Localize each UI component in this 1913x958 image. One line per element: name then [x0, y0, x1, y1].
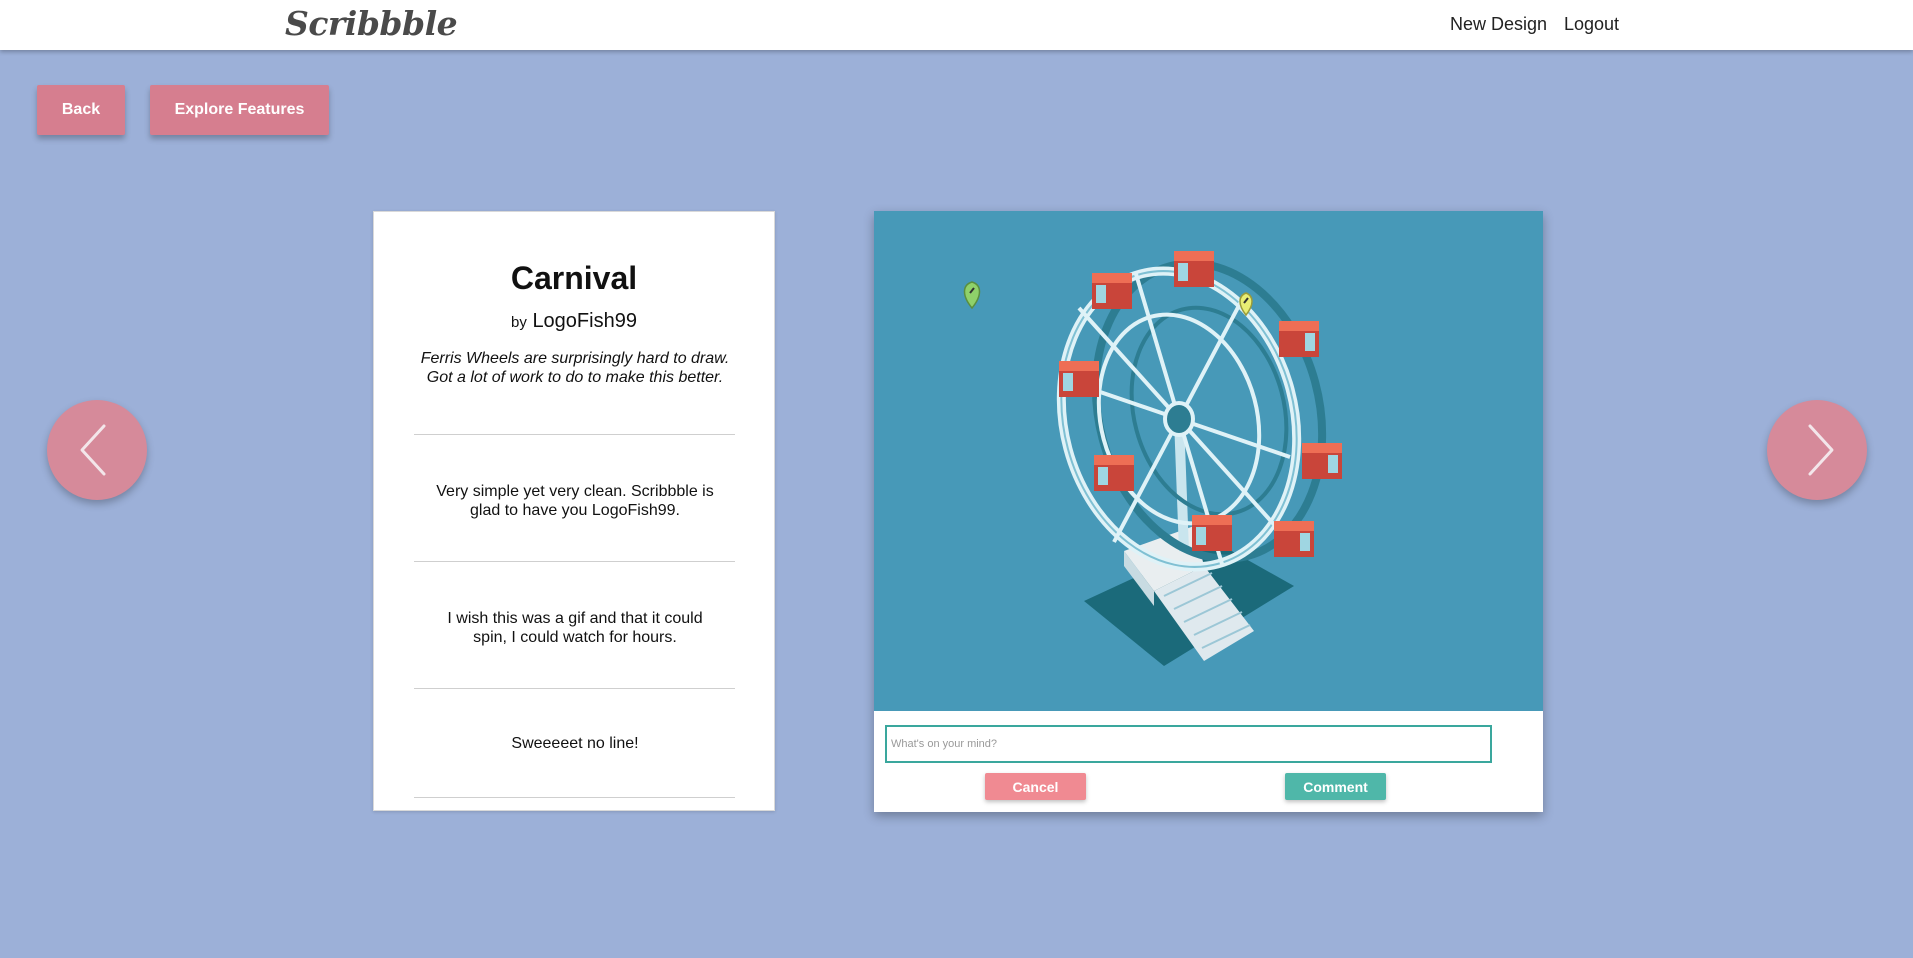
comment-input[interactable]	[885, 725, 1492, 763]
explore-features-button[interactable]: Explore Features	[150, 85, 329, 135]
divider	[414, 688, 735, 689]
comment-item: Very simple yet very clean. Scribbble is…	[436, 483, 714, 519]
chevron-left-icon	[80, 424, 106, 476]
map-pin-icon[interactable]	[963, 281, 981, 310]
comment-item: Sweeeeet no line!	[511, 735, 639, 752]
divider	[414, 434, 735, 435]
ferris-wheel-illustration	[963, 251, 1342, 666]
design-image[interactable]	[874, 211, 1543, 711]
design-card: Cancel Comment	[874, 211, 1543, 812]
cancel-button[interactable]: Cancel	[985, 773, 1086, 800]
design-byline: by LogoFish99	[374, 310, 774, 333]
author-name[interactable]: LogoFish99	[532, 310, 637, 332]
divider	[414, 797, 735, 798]
comment-item: I wish this was a gif and that it could …	[447, 610, 703, 646]
top-navbar: Scribbble New Design Logout	[0, 0, 1913, 50]
logout-link[interactable]: Logout	[1564, 14, 1619, 35]
design-info-card: Carnival by LogoFish99 Ferris Wheels are…	[373, 211, 775, 811]
by-label: by	[511, 314, 527, 331]
comment-button[interactable]: Comment	[1285, 773, 1386, 800]
chevron-right-icon	[1808, 424, 1834, 476]
back-button[interactable]: Back	[37, 85, 125, 135]
divider	[414, 561, 735, 562]
site-logo[interactable]: Scribbble	[285, 4, 458, 43]
design-description: Ferris Wheels are surprisingly hard to d…	[420, 350, 730, 386]
new-design-link[interactable]: New Design	[1450, 14, 1547, 35]
previous-design-button[interactable]	[47, 400, 147, 500]
design-title: Carnival	[510, 260, 638, 296]
next-design-button[interactable]	[1767, 400, 1867, 500]
